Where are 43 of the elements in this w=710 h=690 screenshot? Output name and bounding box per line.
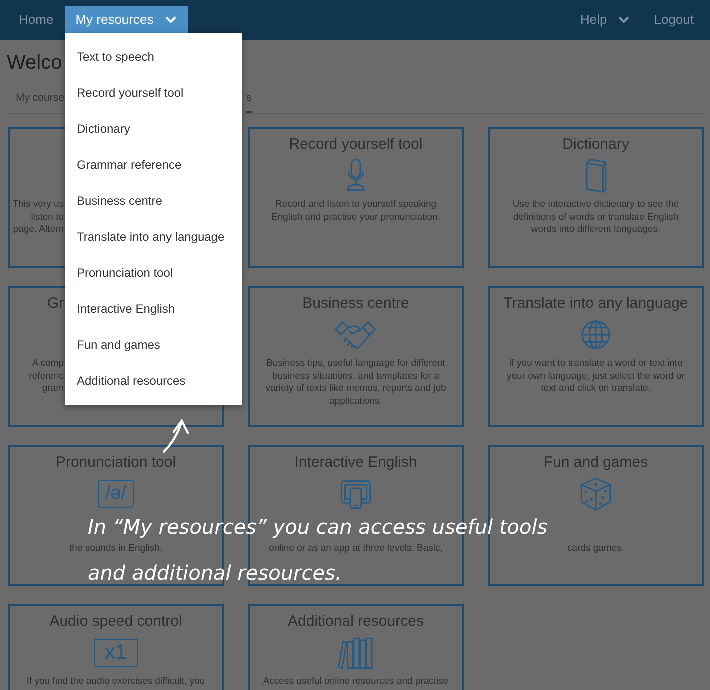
card-title: Gr (47, 294, 64, 314)
menu-item[interactable]: Interactive English (65, 291, 242, 327)
chevron-down-icon (618, 16, 630, 24)
dice-icon (578, 476, 614, 512)
card-description: Access useful online resources and practise (263, 676, 449, 688)
card-description: This very us listen to page. Altern (12, 199, 64, 236)
menu-item[interactable]: Record yourself tool (65, 75, 242, 111)
card-description: cards games. (567, 543, 625, 556)
card-title: Record yourself tool (289, 135, 423, 155)
card-title: Interactive English (294, 453, 418, 473)
chevron-down-icon (164, 16, 177, 24)
menu-item[interactable]: Grammar reference (65, 147, 242, 183)
menu-item[interactable]: Text to speech (65, 39, 242, 75)
speech-bubble-icon: /ə/ (98, 480, 134, 508)
annotation-text: and additional resources. (88, 561, 342, 586)
menu-button[interactable]: Help (566, 6, 640, 33)
annotation-arrow (162, 418, 190, 454)
annotation-text: In “My resources” you can access useful tools (88, 515, 548, 540)
nav-link[interactable]: Logout (640, 6, 704, 33)
card-description: Business tips, useful language for different business situations, and templates for a variety of texts like memos, reports and job applications. (266, 358, 446, 408)
card-title: Business centre (302, 294, 410, 314)
page-title: Welco (7, 51, 62, 75)
card-description: If you want to translate a word or text into your own language, just select the word or text and click on translate. (507, 358, 685, 396)
menu-item[interactable]: Additional resources (65, 363, 242, 399)
card-description: Record and listen to yourself speaking English and practise your pronunciation. (272, 199, 440, 224)
card-description: online or as an app at three levels: Basic, (269, 543, 443, 556)
menu-item[interactable]: Translate into any language (65, 219, 242, 255)
card-description: If you find the audio exercises difficult, you (26, 676, 206, 688)
card-title: Additional resources (288, 612, 424, 632)
card-description: the sounds in English. (70, 543, 162, 556)
nav-link[interactable]: Home (8, 6, 65, 33)
card-title: Audio speed control (50, 612, 182, 632)
card-description: Use the interactive dictionary to see the definitions of words or translate English words into different languages. (512, 199, 680, 236)
card-title: Pronunciation tool (56, 453, 176, 473)
speed-label: x1 (94, 639, 138, 667)
menu-item[interactable]: Fun and games (65, 327, 242, 363)
card-title: Dictionary (562, 135, 630, 155)
menu-item[interactable]: Business centre (65, 183, 242, 219)
card-title: Fun and games (544, 453, 648, 473)
menu-item[interactable]: Dictionary (65, 111, 242, 147)
card-description: A comp referenc gram (29, 358, 64, 396)
card-title: Translate into any language (504, 294, 688, 314)
menu-item[interactable]: Pronunciation tool (65, 255, 242, 291)
